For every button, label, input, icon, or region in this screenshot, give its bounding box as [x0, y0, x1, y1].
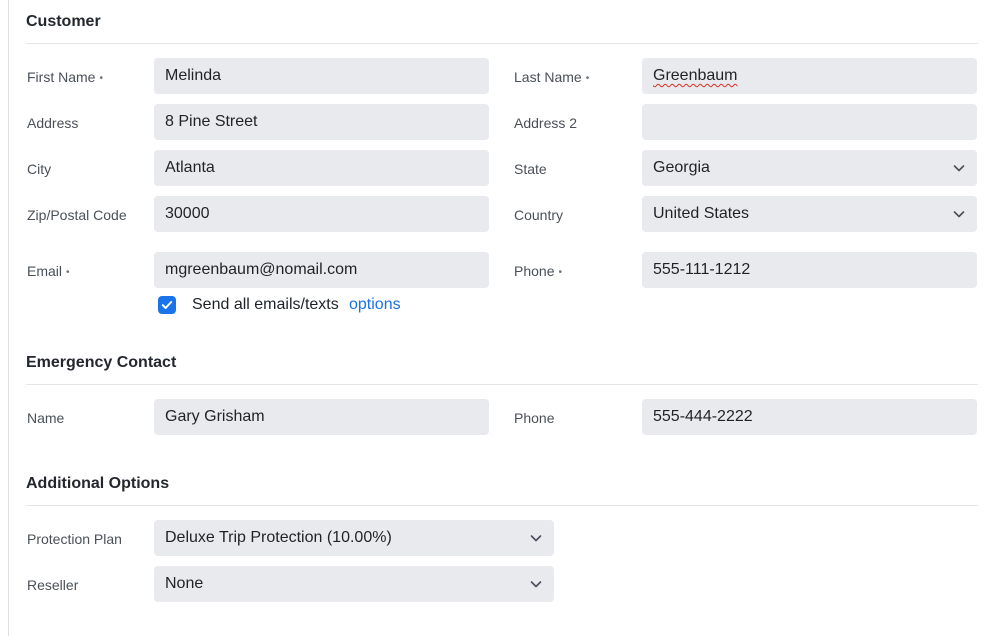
- required-mark: •: [99, 73, 103, 84]
- country-value: United States: [653, 205, 750, 222]
- emergency-phone-value: 555-444-2222: [653, 408, 753, 425]
- last-name-label: Last Name •: [514, 69, 590, 85]
- reseller-value: None: [165, 575, 204, 592]
- first-name-value: Melinda: [165, 67, 222, 84]
- emergency-name-label: Name: [27, 410, 65, 426]
- email-value: mgreenbaum@nomail.com: [165, 261, 358, 278]
- last-name-field[interactable]: Greenbaum: [642, 58, 977, 94]
- phone-label: Phone •: [514, 263, 562, 279]
- city-value: Atlanta: [165, 159, 215, 176]
- address2-field[interactable]: [642, 104, 977, 140]
- email-label: Email •: [27, 263, 70, 279]
- chevron-down-icon: [530, 581, 542, 588]
- chevron-down-icon: [530, 535, 542, 542]
- chevron-down-icon: [953, 165, 965, 172]
- section-divider: [26, 505, 978, 506]
- country-select[interactable]: United States: [642, 196, 977, 232]
- left-border: [8, 0, 9, 636]
- reseller-select[interactable]: None: [154, 566, 554, 602]
- address-value: 8 Pine Street: [165, 113, 258, 130]
- state-value: Georgia: [653, 159, 710, 176]
- chevron-down-icon: [953, 211, 965, 218]
- state-label: State: [514, 161, 547, 177]
- emergency-name-value: Gary Grisham: [165, 408, 265, 425]
- send-all-checkbox[interactable]: [158, 296, 176, 314]
- reseller-label: Reseller: [27, 577, 79, 593]
- options-link[interactable]: options: [349, 295, 401, 315]
- address2-label: Address 2: [514, 115, 578, 131]
- section-divider: [26, 384, 978, 385]
- first-name-field[interactable]: Melinda: [154, 58, 489, 94]
- address-label: Address: [27, 115, 79, 131]
- required-mark: •: [66, 267, 70, 278]
- zip-value: 30000: [165, 205, 210, 222]
- first-name-label: First Name •: [27, 69, 103, 85]
- section-divider: [26, 43, 978, 44]
- city-label: City: [27, 161, 52, 177]
- required-mark: •: [558, 267, 562, 278]
- zip-field[interactable]: 30000: [154, 196, 489, 232]
- emergency-phone-field[interactable]: 555-444-2222: [642, 399, 977, 435]
- checkmark-icon: [161, 301, 173, 309]
- protection-plan-select[interactable]: Deluxe Trip Protection (10.00%): [154, 520, 554, 556]
- section-title-additional: Additional Options: [26, 475, 170, 492]
- protection-plan-label: Protection Plan: [27, 531, 122, 547]
- address-field[interactable]: 8 Pine Street: [154, 104, 489, 140]
- email-field[interactable]: mgreenbaum@nomail.com: [154, 252, 489, 288]
- section-title-emergency: Emergency Contact: [26, 354, 177, 371]
- emergency-name-field[interactable]: Gary Grisham: [154, 399, 489, 435]
- send-all-label: Send all emails/texts: [192, 296, 339, 313]
- state-select[interactable]: Georgia: [642, 150, 977, 186]
- section-title-customer: Customer: [26, 13, 101, 30]
- phone-value: 555-111-1212: [653, 261, 751, 278]
- zip-label: Zip/Postal Code: [27, 207, 127, 223]
- phone-field[interactable]: 555-111-1212: [642, 252, 977, 288]
- emergency-phone-label: Phone: [514, 410, 555, 426]
- city-field[interactable]: Atlanta: [154, 150, 489, 186]
- required-mark: •: [585, 73, 590, 84]
- last-name-value: Greenbaum: [653, 67, 738, 84]
- country-label: Country: [514, 207, 564, 223]
- protection-plan-value: Deluxe Trip Protection (10.00%): [165, 529, 392, 546]
